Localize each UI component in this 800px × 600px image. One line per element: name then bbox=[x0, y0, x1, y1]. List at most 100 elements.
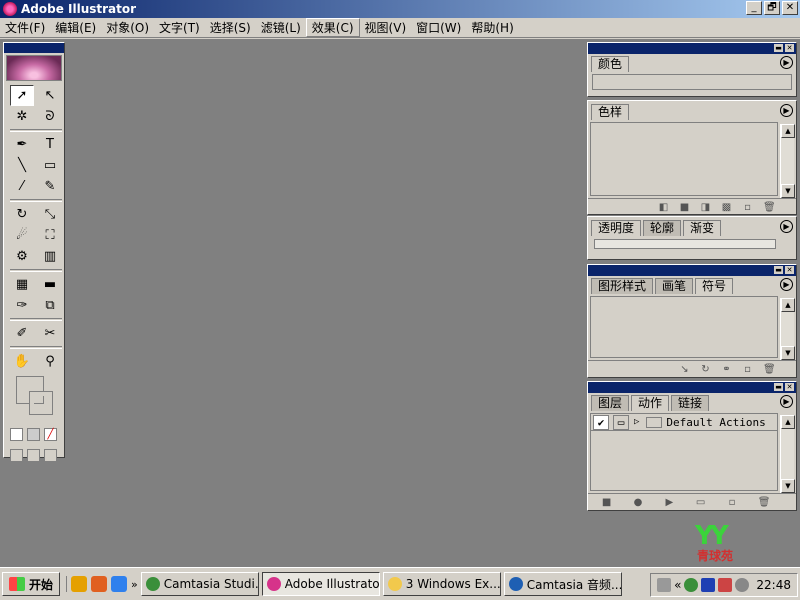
scale-tool-icon[interactable]: ⤡ bbox=[38, 204, 62, 225]
tab-actions[interactable]: 动作 bbox=[631, 395, 670, 411]
type-tool-icon[interactable]: T bbox=[38, 134, 62, 155]
selection-tool-icon[interactable]: ➚ bbox=[10, 85, 34, 106]
media-player-icon[interactable] bbox=[71, 576, 88, 592]
taskbar-button[interactable]: 3 Windows Ex... bbox=[382, 572, 501, 596]
minimize-button[interactable]: _ bbox=[746, 1, 762, 15]
menu-view[interactable]: 视图(V) bbox=[360, 19, 412, 36]
taskbar-button[interactable]: Camtasia Studi... bbox=[140, 572, 259, 596]
color-swatches-icon[interactable]: ■ bbox=[679, 202, 690, 213]
mesh-tool-icon[interactable]: ▦ bbox=[10, 274, 34, 295]
scroll-down-icon[interactable]: ▼ bbox=[781, 479, 795, 493]
lasso-tool-icon[interactable]: ᘐ bbox=[38, 106, 62, 127]
panel-close-button[interactable]: ✕ bbox=[785, 266, 794, 274]
standard-screen-button[interactable] bbox=[10, 449, 23, 462]
rectangle-tool-icon[interactable]: ▭ bbox=[38, 155, 62, 176]
zoom-tool-icon[interactable]: ⚲ bbox=[38, 351, 62, 372]
menu-select[interactable]: 选择(S) bbox=[205, 19, 256, 36]
panel-close-button[interactable]: ✕ bbox=[785, 44, 794, 52]
new-set-icon[interactable]: ▭ bbox=[695, 497, 706, 508]
line-tool-icon[interactable]: ╲ bbox=[10, 155, 34, 176]
new-symbol-icon[interactable]: ▫ bbox=[742, 364, 753, 375]
panel-menu-icon[interactable]: ▶ bbox=[780, 220, 793, 233]
hand-tool-icon[interactable]: ✋ bbox=[10, 351, 34, 372]
tab-brushes[interactable]: 画笔 bbox=[655, 278, 694, 294]
player-tray-icon[interactable] bbox=[701, 578, 716, 592]
swatches-list[interactable] bbox=[590, 122, 778, 196]
stop-icon[interactable]: ■ bbox=[601, 497, 612, 508]
menu-type[interactable]: 文字(T) bbox=[154, 19, 205, 36]
list-item[interactable]: ✔ ▭ ▷ Default Actions bbox=[591, 414, 777, 431]
scissors-tool-icon[interactable]: ✂ bbox=[38, 323, 62, 344]
menu-object[interactable]: 对象(O) bbox=[101, 19, 154, 36]
menu-help[interactable]: 帮助(H) bbox=[466, 19, 518, 36]
panel-minimize-button[interactable]: ▬ bbox=[774, 44, 783, 52]
rotate-tool-icon[interactable]: ↻ bbox=[10, 204, 34, 225]
panel-menu-icon[interactable]: ▶ bbox=[780, 104, 793, 117]
menu-edit[interactable]: 编辑(E) bbox=[50, 19, 101, 36]
show-swatch-kinds-icon[interactable]: ◧ bbox=[658, 202, 669, 213]
break-link-icon[interactable]: ⚭ bbox=[721, 364, 732, 375]
replace-symbol-icon[interactable]: ↻ bbox=[700, 364, 711, 375]
firefox-icon[interactable] bbox=[91, 576, 108, 592]
panel-minimize-button[interactable]: ▬ bbox=[774, 266, 783, 274]
scroll-down-icon[interactable]: ▼ bbox=[781, 346, 795, 360]
full-screen-menu-button[interactable] bbox=[27, 449, 40, 462]
scroll-up-icon[interactable]: ▲ bbox=[781, 298, 795, 312]
close-button[interactable]: ✕ bbox=[782, 1, 798, 15]
trash-icon[interactable]: 🗑 bbox=[763, 364, 776, 375]
start-button[interactable]: 开始 bbox=[2, 572, 61, 596]
tab-graphic-styles[interactable]: 图形样式 bbox=[591, 278, 654, 294]
trash-icon[interactable]: 🗑 bbox=[758, 497, 771, 508]
panel-titlebar[interactable]: ▬ ✕ bbox=[588, 265, 796, 276]
tab-stroke[interactable]: 轮廓 bbox=[643, 220, 682, 236]
scroll-down-icon[interactable]: ▼ bbox=[781, 184, 795, 198]
tab-links[interactable]: 链接 bbox=[671, 395, 710, 411]
symbol-sprayer-tool-icon[interactable]: ⚙ bbox=[10, 246, 34, 267]
tab-symbols[interactable]: 符号 bbox=[695, 278, 734, 294]
qq-icon[interactable] bbox=[111, 576, 128, 592]
menu-effect[interactable]: 效果(C) bbox=[305, 18, 360, 37]
tab-color[interactable]: 颜色 bbox=[591, 56, 630, 72]
taskbar-button[interactable]: Adobe Illustrator bbox=[261, 572, 380, 596]
stroke-swatch[interactable] bbox=[29, 391, 53, 415]
taskbar-button[interactable]: Camtasia 音频... bbox=[503, 572, 622, 596]
free-transform-tool-icon[interactable]: ⛶ bbox=[38, 225, 62, 246]
panel-titlebar[interactable]: ▬ ✕ bbox=[588, 43, 796, 54]
restore-button[interactable]: 🗗 bbox=[764, 1, 780, 15]
panel-titlebar[interactable]: ▬ ✕ bbox=[588, 382, 796, 393]
vertical-scrollbar[interactable]: ▲ ▼ bbox=[780, 415, 795, 493]
color-mode-button[interactable] bbox=[10, 428, 23, 441]
gradient-mode-button[interactable] bbox=[27, 428, 40, 441]
graph-tool-icon[interactable]: ▥ bbox=[38, 246, 62, 267]
tab-swatches[interactable]: 色样 bbox=[591, 104, 630, 120]
keyboard-icon[interactable] bbox=[657, 578, 672, 592]
gradient-tool-icon[interactable]: ▬ bbox=[38, 274, 62, 295]
none-mode-button[interactable]: ╱ bbox=[44, 428, 57, 441]
trash-icon[interactable]: 🗑 bbox=[763, 202, 776, 213]
menu-filter[interactable]: 滤镜(L) bbox=[256, 19, 306, 36]
place-symbol-icon[interactable]: ↘ bbox=[679, 364, 690, 375]
symbols-list[interactable] bbox=[590, 296, 778, 358]
vertical-scrollbar[interactable]: ▲ ▼ bbox=[780, 298, 795, 360]
gradient-slider[interactable] bbox=[594, 239, 776, 249]
network-tray-icon[interactable] bbox=[718, 578, 733, 592]
camtasia-tray-icon[interactable] bbox=[684, 578, 699, 592]
blend-tool-icon[interactable]: ⧉ bbox=[38, 295, 62, 316]
scroll-up-icon[interactable]: ▲ bbox=[781, 124, 795, 138]
quick-launch-chevron-icon[interactable]: » bbox=[131, 578, 138, 591]
new-swatch-icon[interactable]: ▫ bbox=[742, 202, 753, 213]
tab-layers[interactable]: 图层 bbox=[591, 395, 630, 411]
toolbox-titlebar[interactable] bbox=[4, 43, 64, 53]
pattern-swatches-icon[interactable]: ▩ bbox=[721, 202, 732, 213]
pen-tool-icon[interactable]: ✒ bbox=[10, 134, 34, 155]
slice-tool-icon[interactable]: ✐ bbox=[10, 323, 34, 344]
actions-list[interactable]: ✔ ▭ ▷ Default Actions bbox=[590, 413, 778, 491]
vertical-scrollbar[interactable]: ▲ ▼ bbox=[780, 124, 795, 198]
menu-file[interactable]: 文件(F) bbox=[0, 19, 50, 36]
panel-menu-icon[interactable]: ▶ bbox=[780, 278, 793, 291]
magic-wand-tool-icon[interactable]: ✲ bbox=[10, 106, 34, 127]
full-screen-button[interactable] bbox=[44, 449, 57, 462]
eyedropper-tool-icon[interactable]: ✑ bbox=[10, 295, 34, 316]
menu-window[interactable]: 窗口(W) bbox=[411, 19, 466, 36]
panel-minimize-button[interactable]: ▬ bbox=[774, 383, 783, 391]
